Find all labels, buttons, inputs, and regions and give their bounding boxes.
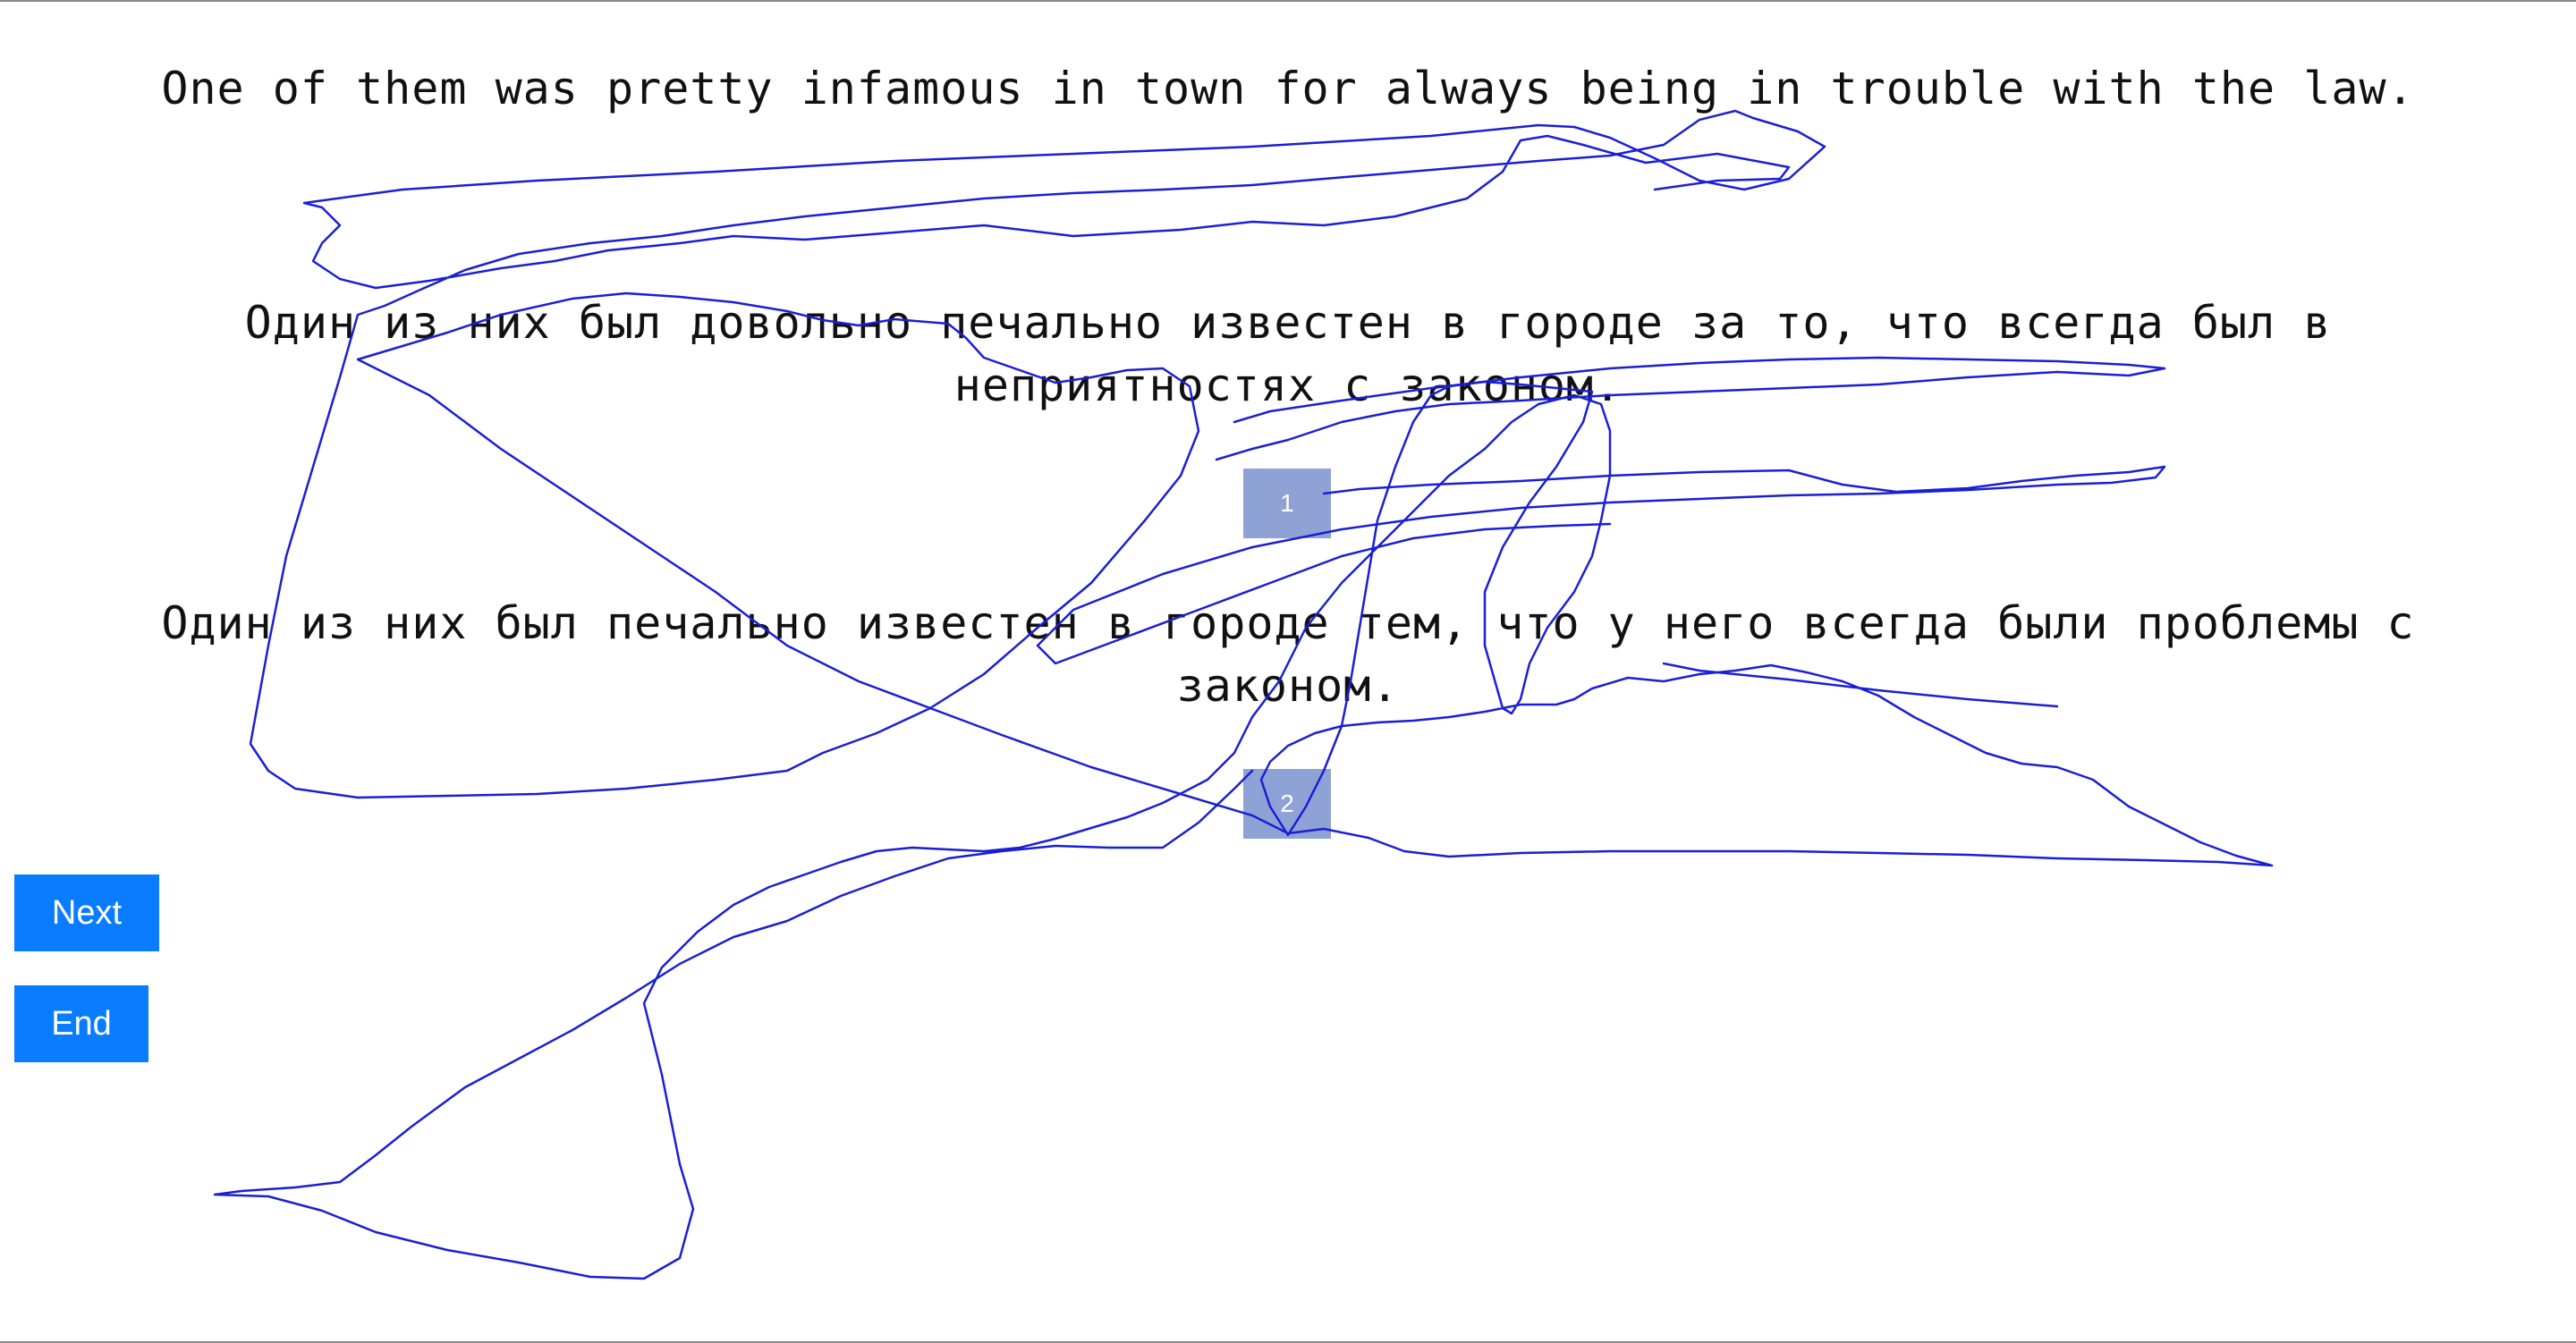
translation-badge-1[interactable]: 1	[1243, 469, 1331, 538]
translation-option-1: Один из них был довольно печально извест…	[244, 297, 2332, 411]
end-button[interactable]: End	[14, 985, 148, 1062]
annotation-page: One of them was pretty infamous in town …	[0, 0, 2576, 1343]
next-button[interactable]: Next	[14, 874, 159, 951]
translation-badge-2[interactable]: 2	[1243, 769, 1331, 839]
translation-option-2: Один из них был печально известен в горо…	[161, 597, 2415, 712]
source-sentence: One of them was pretty infamous in town …	[161, 63, 2415, 114]
